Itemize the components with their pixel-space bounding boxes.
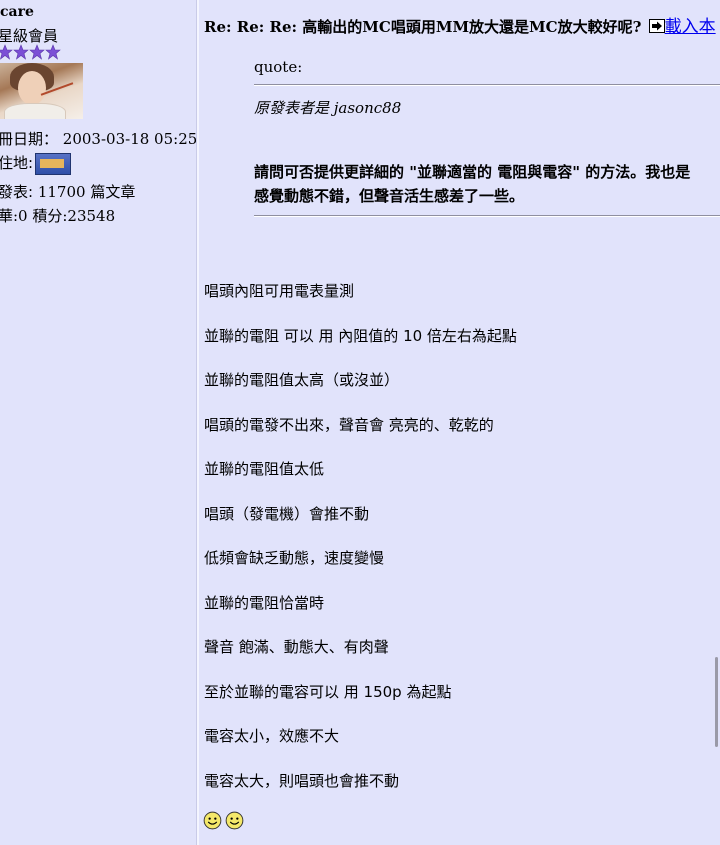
post-body: 唱頭內阻可用電表量測 並聯的電阻 可以 用 內阻值的 10 倍左右為起點 並聯的… <box>204 281 517 815</box>
body-line: 並聯的電阻 可以 用 內阻值的 10 倍左右為起點 <box>204 326 517 345</box>
body-line: 低頻會缺乏動態，速度變慢 <box>204 549 385 567</box>
scrollbar[interactable] <box>715 657 718 747</box>
user-rank: 星級會員 <box>0 27 59 45</box>
quote-line: 請問可否提供更詳細的 "並聯適當的 電阻與電容" 的方法。我也是 <box>254 163 691 181</box>
post-title: Re: Re: Re: 高輸出的MC唱頭用MM放大還是MC放大較好呢? 載入本 <box>204 17 716 37</box>
smiley-icon <box>225 811 244 830</box>
body-line: 並聯的電阻值太低 <box>204 460 325 478</box>
star-icon <box>13 44 29 60</box>
star-icon <box>29 44 45 60</box>
star-icon <box>45 44 61 60</box>
body-line: 唱頭（發電機）會推不動 <box>204 504 370 523</box>
quote-divider-top <box>254 84 720 86</box>
body-line: 至於並聯的電容可以 用 150p 為起點 <box>204 682 452 701</box>
body-line: 聲音 飽滿、動態大、有肉聲 <box>204 638 389 656</box>
user-score: 華:0 積分:23548 <box>0 207 116 225</box>
body-line: 唱頭的電發不出來，聲音會 亮亮的、乾乾的 <box>204 415 494 434</box>
post-content: Re: Re: Re: 高輸出的MC唱頭用MM放大還是MC放大較好呢? 載入本 … <box>199 0 720 845</box>
quote-divider-bottom <box>254 215 720 217</box>
body-line: 電容太大，則唱頭也會推不動 <box>204 771 400 790</box>
quote-text: 請問可否提供更詳細的 "並聯適當的 電阻與電容" 的方法。我也是 感覺動態不錯，… <box>254 160 720 208</box>
avatar <box>0 63 83 119</box>
body-line: 電容太小，效應不大 <box>204 727 340 745</box>
body-line: 唱頭內阻可用電表量測 <box>204 282 355 300</box>
quote-author: 原發表者是 jasonc88 <box>254 99 402 117</box>
smiley-icon <box>203 811 222 830</box>
quote-label: quote: <box>254 58 303 76</box>
rank-stars <box>0 44 61 60</box>
star-icon <box>0 44 13 60</box>
user-profile-panel: care 星級會員 冊日期： 2003-03-18 05:25 住地: 發表: … <box>0 0 198 845</box>
post-count: 發表: 11700 篇文章 <box>0 183 136 201</box>
registration-date: 冊日期： 2003-03-18 05:25 <box>0 130 198 148</box>
post-arrow-icon[interactable] <box>648 18 665 34</box>
body-line: 並聯的電阻值太高（或沒並） <box>204 371 400 389</box>
user-location: 住地: <box>0 152 72 175</box>
smileys <box>203 811 244 830</box>
download-link[interactable]: 載入本 <box>665 17 716 37</box>
quote-line: 感覺動態不錯，但聲音活生感差了一些。 <box>254 187 525 205</box>
username[interactable]: care <box>0 4 34 20</box>
location-flag-icon <box>35 153 72 175</box>
body-line: 並聯的電阻恰當時 <box>204 593 325 612</box>
